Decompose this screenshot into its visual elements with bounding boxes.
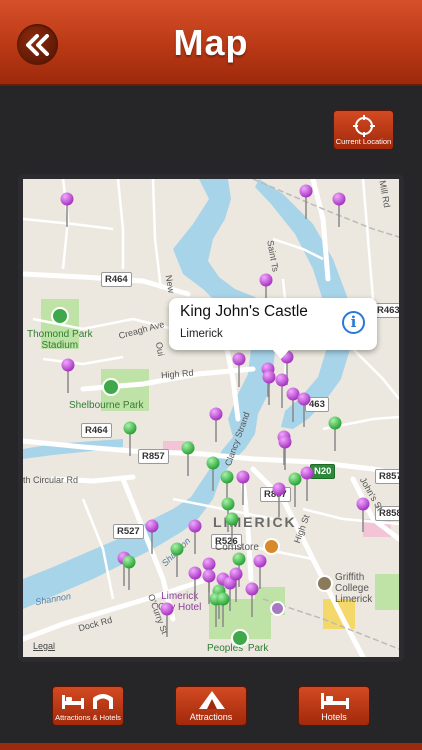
current-location-label: Current Location: [335, 137, 392, 146]
callout-title: King John's Castle: [180, 303, 308, 320]
callout-subtitle: Limerick: [180, 328, 223, 340]
tent-icon: [199, 691, 225, 709]
tab-label: Attractions: [189, 712, 233, 722]
bottom-toolbar: Attractions & Hotels Attractions Hotels: [0, 670, 422, 750]
tab-attractions[interactable]: Attractions: [175, 686, 247, 726]
tab-label: Hotels: [321, 712, 347, 722]
bed-icon: [321, 693, 349, 709]
map-frame: R464 R463 463 R464 R857 R857 R857 R858 R…: [18, 174, 404, 662]
header-bar: Map: [0, 0, 422, 86]
bottom-accent-strip: [0, 743, 422, 750]
callout-tail: [272, 349, 290, 359]
info-icon[interactable]: i: [342, 311, 365, 334]
map-view[interactable]: R464 R463 463 R464 R857 R857 R857 R858 R…: [23, 179, 399, 657]
map-callout[interactable]: King John's Castle Limerick i: [169, 298, 377, 359]
tab-label: Attractions & Hotels: [55, 713, 121, 722]
crosshair-icon: [353, 115, 375, 137]
bed-and-arch-icon: [62, 694, 113, 709]
page-title: Map: [173, 22, 249, 63]
map-pins: [60, 184, 370, 637]
tab-attractions-hotels[interactable]: Attractions & Hotels: [52, 686, 124, 726]
current-location-button[interactable]: Current Location: [333, 110, 394, 150]
tab-hotels[interactable]: Hotels: [298, 686, 370, 726]
